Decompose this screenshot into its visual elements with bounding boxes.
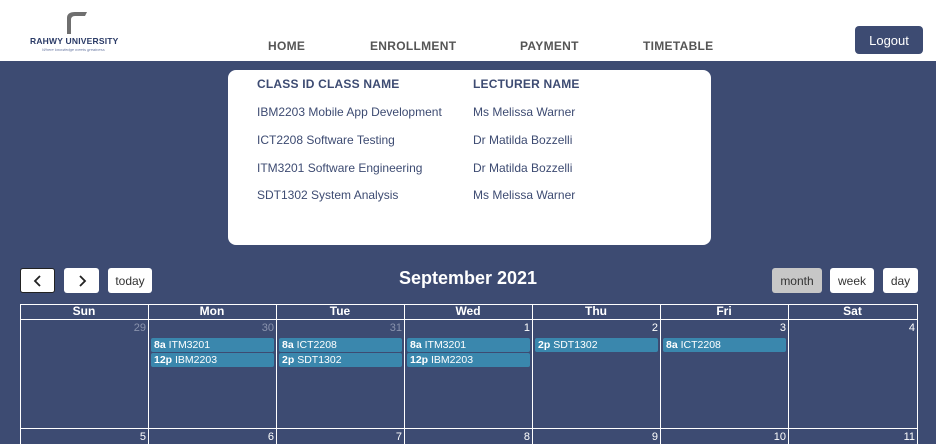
calendar-event[interactable]: 8a ITM3201 bbox=[407, 338, 530, 352]
class-name: SDT1302 System Analysis bbox=[257, 188, 399, 202]
week-view-button[interactable]: week bbox=[830, 268, 874, 293]
class-name: IBM2203 Mobile App Development bbox=[257, 105, 442, 119]
lecturer-name: Ms Melissa Warner bbox=[473, 105, 576, 119]
weekday-header: Sat bbox=[843, 304, 862, 318]
day-number[interactable]: 10 bbox=[766, 431, 786, 443]
calendar-event[interactable]: 2p SDT1302 bbox=[535, 338, 658, 352]
lecturer-name: Dr Matilda Bozzelli bbox=[473, 133, 573, 147]
lecturer-name: Ms Melissa Warner bbox=[473, 188, 576, 202]
day-number[interactable]: 9 bbox=[638, 431, 658, 443]
day-number[interactable]: 11 bbox=[895, 431, 915, 443]
weekday-header: Fri bbox=[716, 304, 732, 318]
day-number[interactable]: 2 bbox=[638, 322, 658, 334]
logo-tagline: Where knowledge meets greatness bbox=[42, 47, 105, 52]
day-number[interactable]: 1 bbox=[510, 322, 530, 334]
weekday-header: Sun bbox=[72, 304, 96, 318]
weekday-header: Wed bbox=[455, 304, 481, 318]
day-number[interactable]: 8 bbox=[510, 431, 530, 443]
class-name: ICT2208 Software Testing bbox=[257, 133, 395, 147]
nav-home[interactable]: HOME bbox=[268, 39, 305, 53]
day-number[interactable]: 7 bbox=[382, 431, 402, 443]
top-navbar: RAHWY UNIVERSITY Where knowledge meets g… bbox=[0, 0, 936, 61]
class-name: ITM3201 Software Engineering bbox=[257, 161, 423, 175]
calendar-event[interactable]: 8a ITM3201 bbox=[151, 338, 274, 352]
month-view-button[interactable]: month bbox=[772, 268, 822, 293]
weekday-header: Tue bbox=[329, 304, 351, 318]
logo-mark-icon bbox=[67, 12, 87, 34]
header-class: CLASS ID CLASS NAME bbox=[257, 77, 400, 91]
day-number[interactable]: 6 bbox=[254, 431, 274, 443]
weekday-header: Thu bbox=[585, 304, 607, 318]
class-list-card bbox=[228, 70, 711, 245]
day-number[interactable]: 31 bbox=[382, 322, 402, 334]
day-number[interactable]: 29 bbox=[126, 322, 146, 334]
logout-button[interactable]: Logout bbox=[855, 26, 923, 54]
day-number[interactable]: 3 bbox=[766, 322, 786, 334]
day-number[interactable]: 5 bbox=[126, 431, 146, 443]
calendar-event[interactable]: 2p SDT1302 bbox=[279, 353, 402, 367]
logo-name: RAHWY UNIVERSITY bbox=[30, 36, 119, 46]
day-view-button[interactable]: day bbox=[883, 268, 918, 293]
nav-payment[interactable]: PAYMENT bbox=[520, 39, 579, 53]
lecturer-name: Dr Matilda Bozzelli bbox=[473, 161, 573, 175]
day-number[interactable]: 30 bbox=[254, 322, 274, 334]
calendar-event[interactable]: 12p IBM2203 bbox=[407, 353, 530, 367]
calendar-event[interactable]: 8a ICT2208 bbox=[279, 338, 402, 352]
header-lecturer: LECTURER NAME bbox=[473, 77, 580, 91]
nav-enrollment[interactable]: ENROLLMENT bbox=[370, 39, 456, 53]
university-logo[interactable]: RAHWY UNIVERSITY Where knowledge meets g… bbox=[30, 10, 125, 54]
day-number[interactable]: 4 bbox=[895, 322, 915, 334]
nav-timetable[interactable]: TIMETABLE bbox=[643, 39, 713, 53]
calendar-event[interactable]: 12p IBM2203 bbox=[151, 353, 274, 367]
weekday-header: Mon bbox=[199, 304, 225, 318]
calendar-event[interactable]: 8a ICT2208 bbox=[663, 338, 786, 352]
